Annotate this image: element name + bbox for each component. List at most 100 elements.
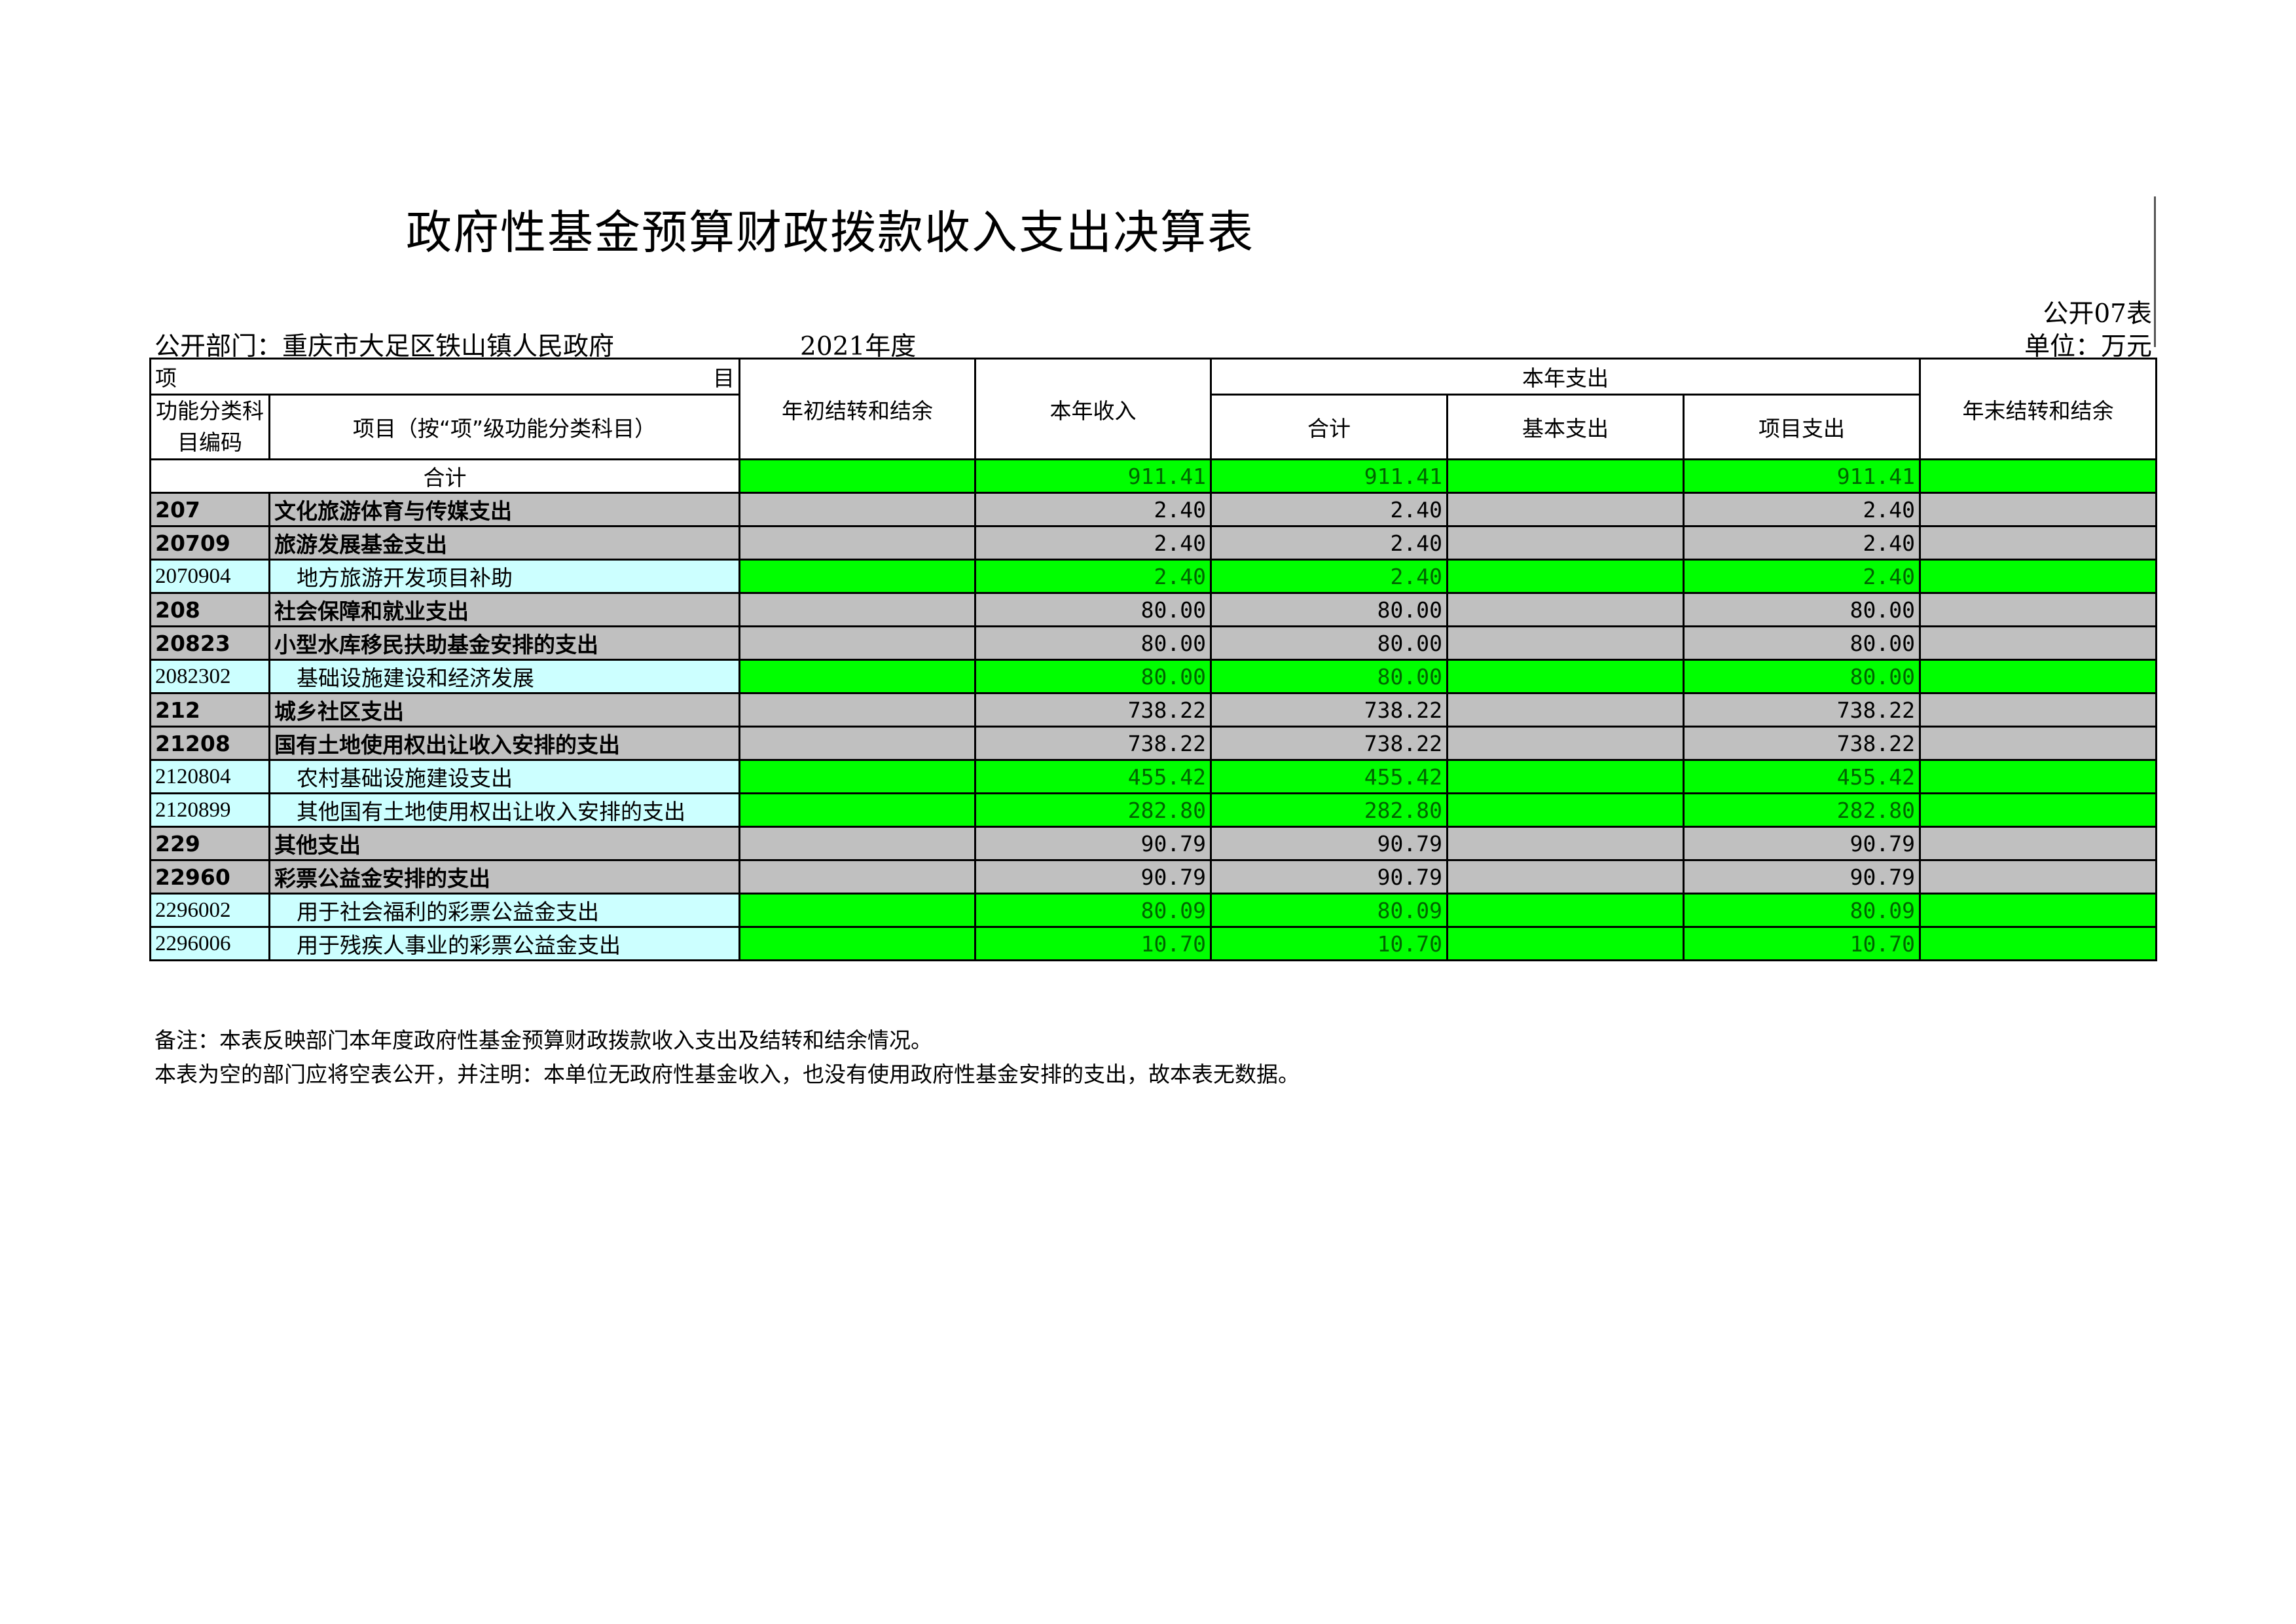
- row-name: 地方旅游开发项目补助: [268, 559, 740, 594]
- row-project-exp: 455.42: [1683, 759, 1921, 794]
- row-carry-out: [1919, 559, 2157, 594]
- row-project-exp: 2.40: [1683, 525, 1921, 561]
- row-carry-in: [738, 926, 976, 961]
- row-carry-in: [738, 659, 976, 694]
- row-code: 2120899: [149, 792, 270, 828]
- row-carry-in: [738, 592, 976, 627]
- row-code: 208: [149, 592, 270, 627]
- row-expense-total: 2.40: [1210, 559, 1448, 594]
- row-code: 2296006: [149, 926, 270, 961]
- row-code: 2296002: [149, 893, 270, 928]
- total-basic: [1446, 458, 1685, 494]
- row-basic: [1446, 826, 1685, 861]
- project-exp-header: 项目支出: [1683, 394, 1921, 460]
- form-number: 公开07表: [2043, 299, 2152, 329]
- table-row: 22960 彩票公益金安排的支出 90.79 90.79 90.79: [149, 859, 2157, 895]
- row-basic: [1446, 893, 1685, 928]
- table-row: 2120899 其他国有土地使用权出让收入安排的支出 282.80 282.80 282…: [149, 792, 2157, 828]
- row-project-exp: 10.70: [1683, 926, 1921, 961]
- row-name: 旅游发展基金支出: [268, 525, 740, 561]
- row-income: 2.40: [974, 492, 1212, 527]
- row-code: 207: [149, 492, 270, 527]
- row-basic: [1446, 625, 1685, 661]
- table-row: 2296006 用于残疾人事业的彩票公益金支出 10.70 10.70 10.70: [149, 926, 2157, 961]
- page-title: 政府性基金预算财政拨款收入支出决算表: [406, 206, 1254, 259]
- row-carry-out: [1919, 893, 2157, 928]
- row-basic: [1446, 726, 1685, 761]
- total-label: 合计: [149, 458, 740, 494]
- table-row: 20823 小型水库移民扶助基金安排的支出 80.00 80.00 80.00: [149, 625, 2157, 661]
- total-income: 911.41: [974, 458, 1212, 494]
- table-row: 2082302 基础设施建设和经济发展 80.00 80.00 80.00: [149, 659, 2157, 694]
- row-carry-in: [738, 625, 976, 661]
- row-project-exp: 282.80: [1683, 792, 1921, 828]
- row-income: 90.79: [974, 859, 1212, 895]
- row-carry-out: [1919, 759, 2157, 794]
- row-carry-in: [738, 692, 976, 728]
- total-header: 合计: [1210, 394, 1448, 460]
- row-basic: [1446, 492, 1685, 527]
- total-row: 合计 911.41 911.41 911.41: [149, 458, 2157, 494]
- row-basic: [1446, 926, 1685, 961]
- row-carry-out: [1919, 792, 2157, 828]
- row-code: 20709: [149, 525, 270, 561]
- row-expense-total: 80.00: [1210, 659, 1448, 694]
- basic-header: 基本支出: [1446, 394, 1685, 460]
- row-income: 455.42: [974, 759, 1212, 794]
- row-income: 2.40: [974, 559, 1212, 594]
- total-project-exp: 911.41: [1683, 458, 1921, 494]
- table-row: 21208 国有土地使用权出让收入安排的支出 738.22 738.22 738.22: [149, 726, 2157, 761]
- row-income: 80.09: [974, 893, 1212, 928]
- row-project-exp: 90.79: [1683, 826, 1921, 861]
- row-carry-in: [738, 826, 976, 861]
- table-row: 2296002 用于社会福利的彩票公益金支出 80.09 80.09 80.09: [149, 893, 2157, 928]
- table-row: 2070904 地方旅游开发项目补助 2.40 2.40 2.40: [149, 559, 2157, 594]
- row-code: 2082302: [149, 659, 270, 694]
- note-empty-table: 本表为空的部门应将空表公开，并注明：本单位无政府性基金收入，也没有使用政府性基金…: [155, 1061, 1300, 1087]
- income-header: 本年收入: [974, 358, 1212, 460]
- row-name: 小型水库移民扶助基金安排的支出: [268, 625, 740, 661]
- row-project-exp: 738.22: [1683, 692, 1921, 728]
- table-row: 207 文化旅游体育与传媒支出 2.40 2.40 2.40: [149, 492, 2157, 527]
- row-basic: [1446, 859, 1685, 895]
- row-name: 文化旅游体育与传媒支出: [268, 492, 740, 527]
- row-income: 80.00: [974, 625, 1212, 661]
- row-carry-in: [738, 893, 976, 928]
- row-carry-out: [1919, 625, 2157, 661]
- row-name: 国有土地使用权出让收入安排的支出: [268, 726, 740, 761]
- budget-table: 项 目 年初结转和结余 本年收入 本年支出 年末结转和结余 功能分类科目编码 项…: [149, 358, 2157, 961]
- row-carry-in: [738, 559, 976, 594]
- row-expense-total: 738.22: [1210, 692, 1448, 728]
- row-basic: [1446, 592, 1685, 627]
- expense-group-header: 本年支出: [1210, 358, 1921, 396]
- table-row: 229 其他支出 90.79 90.79 90.79: [149, 826, 2157, 861]
- project-header-right: 目: [713, 365, 735, 391]
- row-income: 738.22: [974, 726, 1212, 761]
- row-carry-in: [738, 759, 976, 794]
- row-carry-out: [1919, 859, 2157, 895]
- row-carry-out: [1919, 692, 2157, 728]
- row-expense-total: 90.79: [1210, 826, 1448, 861]
- row-expense-total: 2.40: [1210, 525, 1448, 561]
- row-income: 80.00: [974, 659, 1212, 694]
- row-name: 用于残疾人事业的彩票公益金支出: [268, 926, 740, 961]
- row-carry-in: [738, 492, 976, 527]
- row-code: 22960: [149, 859, 270, 895]
- row-income: 2.40: [974, 525, 1212, 561]
- row-code: 2070904: [149, 559, 270, 594]
- table-row: 212 城乡社区支出 738.22 738.22 738.22: [149, 692, 2157, 728]
- row-project-exp: 90.79: [1683, 859, 1921, 895]
- row-project-exp: 80.09: [1683, 893, 1921, 928]
- row-carry-out: [1919, 726, 2157, 761]
- row-project-exp: 2.40: [1683, 492, 1921, 527]
- row-project-exp: 80.00: [1683, 625, 1921, 661]
- row-expense-total: 282.80: [1210, 792, 1448, 828]
- table-row: 208 社会保障和就业支出 80.00 80.00 80.00: [149, 592, 2157, 627]
- row-carry-out: [1919, 659, 2157, 694]
- project-header-left: 项: [155, 365, 177, 391]
- carry-in-header: 年初结转和结余: [738, 358, 976, 460]
- row-name: 社会保障和就业支出: [268, 592, 740, 627]
- row-carry-in: [738, 726, 976, 761]
- total-expense: 911.41: [1210, 458, 1448, 494]
- project-header: 项 目: [149, 358, 740, 396]
